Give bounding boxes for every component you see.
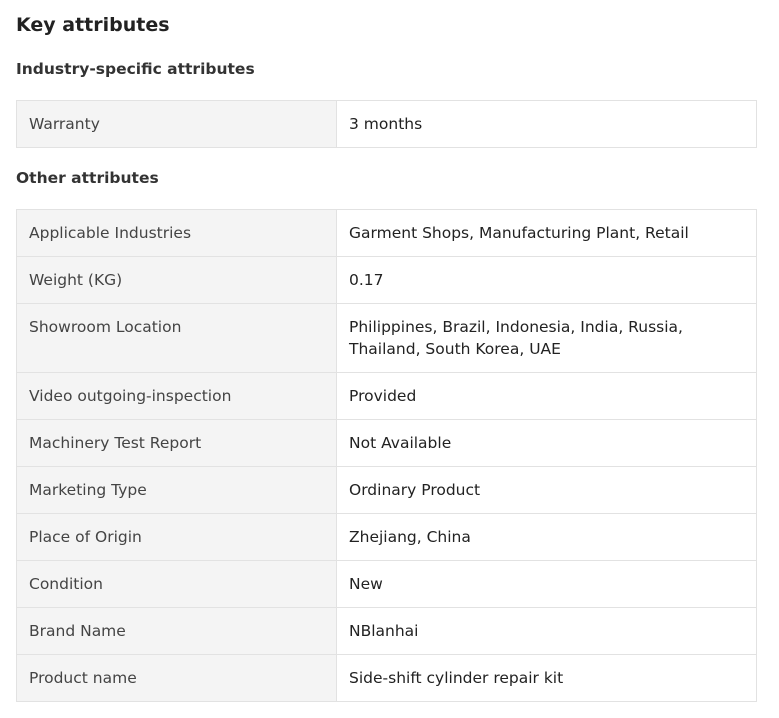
attribute-value: Ordinary Product: [336, 466, 757, 514]
attribute-value: Side-shift cylinder repair kit: [336, 654, 757, 702]
table-row: Warranty 3 months: [16, 100, 757, 148]
table-row: Product name Side-shift cylinder repair …: [16, 654, 757, 702]
table-row: Showroom Location Philippines, Brazil, I…: [16, 303, 757, 373]
table-row: Marketing Type Ordinary Product: [16, 466, 757, 514]
attribute-key: Place of Origin: [16, 513, 337, 561]
attribute-key: Product name: [16, 654, 337, 702]
attribute-key: Showroom Location: [16, 303, 337, 373]
attribute-value: Zhejiang, China: [336, 513, 757, 561]
attribute-value: NBlanhai: [336, 607, 757, 655]
table-row: Place of Origin Zhejiang, China: [16, 513, 757, 561]
attribute-key: Condition: [16, 560, 337, 608]
attribute-value: 3 months: [336, 100, 757, 148]
industry-attributes-table: Warranty 3 months: [16, 100, 757, 148]
other-attributes-table: Applicable Industries Garment Shops, Man…: [16, 209, 757, 702]
attribute-value: Provided: [336, 372, 757, 420]
table-row: Video outgoing-inspection Provided: [16, 372, 757, 420]
attribute-value: Garment Shops, Manufacturing Plant, Reta…: [336, 209, 757, 257]
attribute-key: Brand Name: [16, 607, 337, 655]
attribute-value: New: [336, 560, 757, 608]
table-row: Applicable Industries Garment Shops, Man…: [16, 209, 757, 257]
attribute-key: Warranty: [16, 100, 337, 148]
page-title: Key attributes: [16, 14, 170, 36]
attribute-key: Marketing Type: [16, 466, 337, 514]
table-row: Weight (KG) 0.17: [16, 256, 757, 304]
table-row: Condition New: [16, 560, 757, 608]
attribute-value: 0.17: [336, 256, 757, 304]
attribute-key: Video outgoing-inspection: [16, 372, 337, 420]
attribute-key: Applicable Industries: [16, 209, 337, 257]
table-row: Brand Name NBlanhai: [16, 607, 757, 655]
other-attributes-title: Other attributes: [16, 169, 159, 187]
attribute-key: Machinery Test Report: [16, 419, 337, 467]
attribute-value: Not Available: [336, 419, 757, 467]
attribute-key: Weight (KG): [16, 256, 337, 304]
industry-attributes-title: Industry-specific attributes: [16, 60, 255, 78]
attribute-value: Philippines, Brazil, Indonesia, India, R…: [336, 303, 757, 373]
table-row: Machinery Test Report Not Available: [16, 419, 757, 467]
